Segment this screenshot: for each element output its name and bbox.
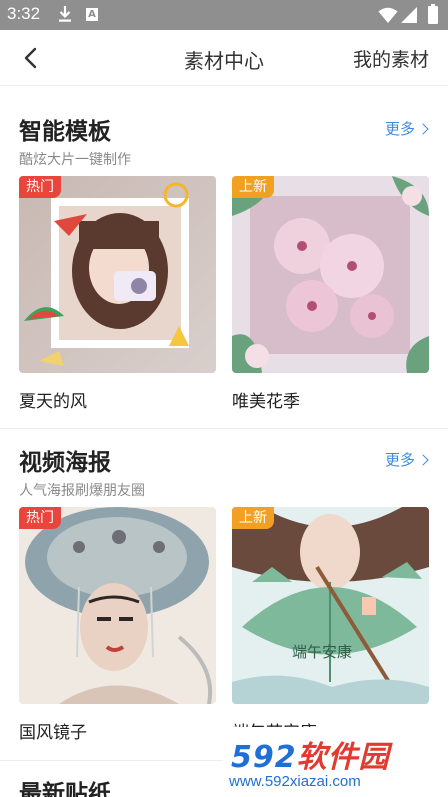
poster-thumbnail[interactable]: 热门 [19, 507, 216, 704]
new-tag: 上新 [232, 176, 274, 198]
template-thumbnail[interactable]: 热门 [19, 176, 216, 373]
watermark-suffix: 软件园 [296, 740, 390, 775]
section-title: 智能模板 [19, 119, 111, 145]
watermark-number: 592 [231, 740, 297, 775]
watermark-url: www.592xiazai.com [229, 773, 361, 790]
new-tag: 上新 [232, 507, 274, 529]
video-poster-section: 视频海报 人气海报刷爆朋友圈 更多 热门 国风镜子 端午安康 上新 [0, 443, 448, 743]
poster-thumbnail[interactable]: 端午安康 上新 [232, 507, 429, 704]
top-nav-bar: 素材中心 我的素材 [0, 30, 448, 86]
card-caption: 国风镜子 [19, 723, 87, 743]
girl-with-camera-image [19, 176, 216, 373]
section-divider [0, 428, 448, 429]
section-subtitle: 酷炫大片一键制作 [19, 152, 131, 168]
download-icon [59, 6, 71, 22]
hot-tag: 热门 [19, 176, 61, 198]
site-watermark: 592软件园 www.592xiazai.com [223, 727, 448, 797]
template-thumbnail[interactable]: 上新 [232, 176, 429, 373]
battery-icon [428, 4, 438, 24]
card-caption: 唯美花季 [232, 392, 300, 412]
opera-headdress-woman-image [19, 507, 216, 704]
more-link[interactable]: 更多 [384, 449, 429, 470]
card-caption: 夏天的风 [19, 392, 87, 412]
my-materials-button[interactable]: 我的素材 [353, 45, 429, 72]
hot-tag: 热门 [19, 507, 61, 529]
more-label: 更多 [384, 120, 415, 138]
section-title: 最新贴纸 [19, 781, 111, 797]
more-label: 更多 [384, 451, 415, 469]
watermark-brand: 592软件园 [231, 732, 390, 776]
dragon-boat-festival-image: 端午安康 [232, 507, 429, 704]
a-notification-icon: A [86, 8, 98, 21]
more-link[interactable]: 更多 [384, 118, 429, 139]
cherry-blossom-image [232, 176, 429, 373]
status-bar: 3:32 A [0, 0, 448, 30]
chevron-right-icon [417, 123, 429, 135]
poster-inner-text: 端午安康 [292, 643, 352, 661]
chevron-right-icon [417, 454, 429, 466]
wifi-icon [378, 7, 398, 23]
smart-template-section: 智能模板 酷炫大片一键制作 更多 热门 夏天的风 上新 唯美花季 [0, 112, 448, 412]
section-subtitle: 人气海报刷爆朋友圈 [19, 483, 145, 499]
section-title: 视频海报 [19, 450, 111, 476]
signal-icon [401, 7, 417, 23]
status-time: 3:32 [7, 4, 41, 23]
